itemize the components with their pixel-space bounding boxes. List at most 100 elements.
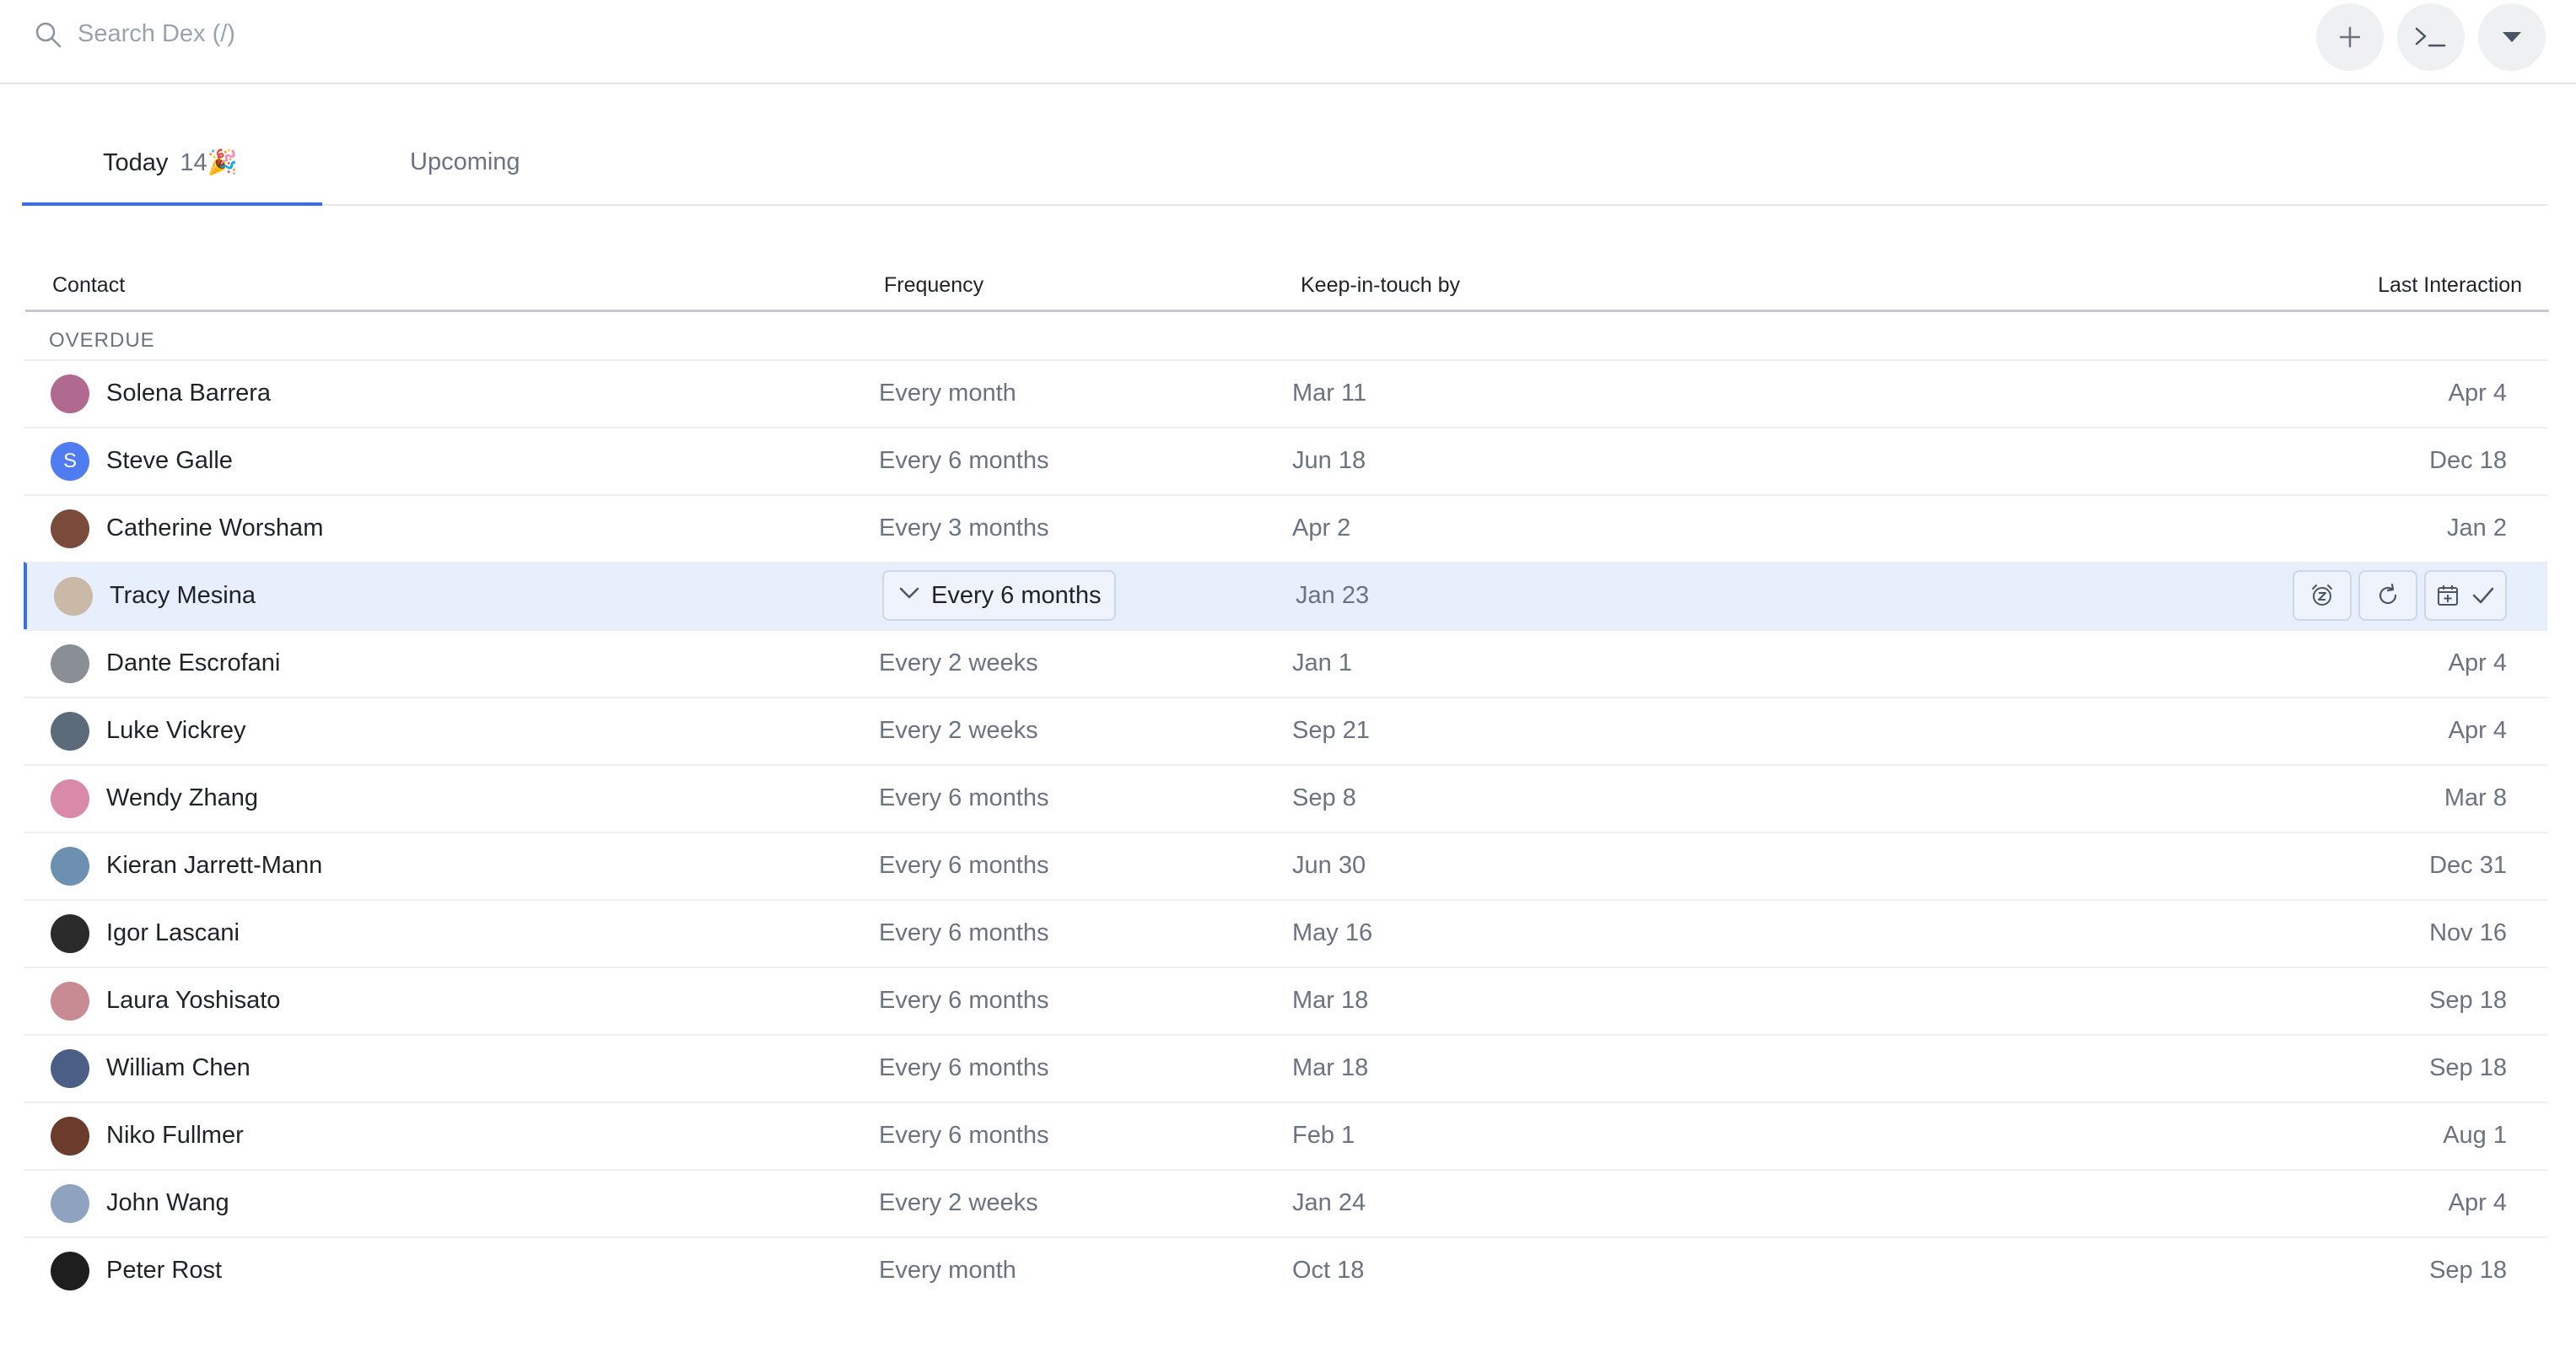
contact-name[interactable]: Solena Barrera — [106, 380, 271, 407]
table-row[interactable]: William Chen Every 6 months Mar 18 Sep 18 — [24, 1034, 2547, 1102]
avatar — [51, 1184, 89, 1223]
refresh-icon — [2379, 583, 2397, 605]
keep-in-touch-date: Sep 21 — [1292, 717, 1370, 744]
active-tab-indicator — [22, 202, 322, 206]
table-row[interactable]: Dante Escrofani Every 2 weeks Jan 1 Apr 4 — [24, 629, 2547, 697]
last-interaction-date: Apr 4 — [2448, 717, 2507, 744]
contact-list: Solena Barrera Every month Mar 11 Apr 4 S Ste… — [24, 359, 2547, 1304]
table-header: Contact Frequency Keep-in-touch by Last … — [25, 268, 2549, 312]
frequency-value: Every 6 months — [879, 1122, 1049, 1149]
column-header-keep-in-touch-by[interactable]: Keep-in-touch by — [1301, 273, 1460, 298]
table-row[interactable]: Laura Yoshisato Every 6 months Mar 18 Sep 1… — [24, 967, 2547, 1034]
table-row[interactable]: Solena Barrera Every month Mar 11 Apr 4 — [24, 359, 2547, 427]
last-interaction-date: Sep 18 — [2429, 1054, 2507, 1081]
keep-in-touch-date: Jun 18 — [1292, 447, 1366, 474]
table-row[interactable]: Kieran Jarrett-Mann Every 6 months Jun 30 D… — [24, 832, 2547, 899]
last-interaction-date: Dec 31 — [2429, 852, 2507, 879]
frequency-value: Every 2 weeks — [879, 1189, 1038, 1216]
caret-down-icon — [2503, 32, 2521, 42]
avatar — [54, 577, 93, 616]
tab-today[interactable]: Today 14🎉 — [103, 148, 238, 206]
keep-in-touch-date: Mar 18 — [1292, 1054, 1369, 1081]
snooze-button[interactable] — [2293, 570, 2352, 621]
table-row[interactable]: John Wang Every 2 weeks Jan 24 Apr 4 — [24, 1169, 2547, 1236]
frequency-dropdown[interactable]: Every 6 months — [882, 570, 1117, 621]
snooze-alarm-icon — [2312, 585, 2332, 606]
frequency-value: Every 6 months — [879, 784, 1049, 811]
frequency-value: Every month — [879, 380, 1016, 407]
keep-in-touch-date: Oct 18 — [1292, 1257, 1365, 1284]
column-header-frequency[interactable]: Frequency — [884, 273, 984, 298]
log-interaction-button[interactable] — [2424, 570, 2507, 621]
column-header-last-interaction[interactable]: Last Interaction — [2378, 273, 2522, 298]
contact-name[interactable]: Niko Fullmer — [106, 1122, 244, 1150]
account-menu-button[interactable] — [2478, 3, 2546, 71]
keep-in-touch-date: Jun 30 — [1292, 852, 1366, 879]
keep-in-touch-date: May 16 — [1292, 919, 1373, 946]
frequency-value: Every month — [879, 1257, 1016, 1284]
last-interaction-date: Sep 18 — [2429, 987, 2507, 1014]
table-row[interactable]: Peter Rost Every month Oct 18 Sep 18 — [24, 1236, 2547, 1304]
frequency-value: Every 6 months — [879, 987, 1049, 1014]
frequency-value: Every 6 months — [879, 919, 1049, 946]
last-interaction-date: Mar 8 — [2444, 784, 2507, 811]
tab-upcoming-label: Upcoming — [410, 148, 520, 175]
contact-name[interactable]: Peter Rost — [106, 1257, 222, 1285]
contact-name[interactable]: Luke Vickrey — [106, 717, 246, 745]
contact-name[interactable]: John Wang — [106, 1189, 229, 1217]
avatar — [51, 374, 89, 413]
contact-name[interactable]: Catherine Worsham — [106, 514, 323, 542]
add-button[interactable] — [2316, 3, 2384, 71]
last-interaction-date: Apr 4 — [2448, 649, 2507, 676]
contact-name[interactable]: Laura Yoshisato — [106, 987, 280, 1015]
avatar — [51, 644, 89, 683]
frequency-value: Every 6 months — [879, 1054, 1049, 1081]
frequency-value: Every 2 weeks — [879, 717, 1038, 744]
contact-name[interactable]: William Chen — [106, 1054, 251, 1082]
table-row[interactable]: Luke Vickrey Every 2 weeks Sep 21 Apr 4 — [24, 697, 2547, 764]
frequency-value: Every 6 months — [879, 447, 1049, 474]
keep-in-touch-date: Feb 1 — [1292, 1122, 1355, 1149]
table-row[interactable]: Igor Lascani Every 6 months May 16 Nov 16 — [24, 899, 2547, 967]
tab-upcoming[interactable]: Upcoming — [410, 148, 520, 206]
search-input[interactable]: Search Dex (/) — [78, 20, 235, 48]
table-row[interactable]: Tracy Mesina Every 6 months Jan 23 — [24, 562, 2547, 629]
frequency-value: Every 2 weeks — [879, 649, 1038, 676]
contact-name[interactable]: Igor Lascani — [106, 919, 240, 947]
last-interaction-date: Sep 18 — [2429, 1257, 2507, 1284]
contact-name[interactable]: Dante Escrofani — [106, 649, 280, 677]
tab-bar: Today 14🎉 Upcoming — [22, 127, 2547, 206]
reset-frequency-button[interactable] — [2358, 570, 2417, 621]
table-row[interactable]: Niko Fullmer Every 6 months Feb 1 Aug 1 — [24, 1102, 2547, 1169]
terminal-icon — [2415, 27, 2446, 47]
tab-today-count: 14 — [180, 149, 207, 176]
contact-name[interactable]: Steve Galle — [106, 447, 233, 475]
keep-in-touch-date: Apr 2 — [1292, 514, 1351, 541]
contact-name[interactable]: Tracy Mesina — [110, 582, 256, 610]
last-interaction-date: Jan 2 — [2447, 514, 2507, 541]
avatar — [51, 982, 89, 1021]
frequency-value: Every 3 months — [879, 514, 1049, 541]
avatar — [51, 847, 89, 886]
keep-in-touch-date: Mar 11 — [1292, 380, 1367, 407]
keep-in-touch-date: Jan 24 — [1292, 1189, 1366, 1216]
avatar — [51, 1252, 89, 1290]
avatar: S — [51, 442, 89, 481]
contact-name[interactable]: Wendy Zhang — [106, 784, 258, 812]
command-palette-button[interactable] — [2397, 3, 2465, 71]
row-actions — [2293, 570, 2507, 621]
top-bar: Search Dex (/) — [0, 0, 2576, 84]
keep-in-touch-date: Jan 1 — [1292, 649, 1352, 676]
column-header-contact[interactable]: Contact — [52, 273, 125, 298]
table-row[interactable]: Wendy Zhang Every 6 months Sep 8 Mar 8 — [24, 764, 2547, 832]
table-row[interactable]: Catherine Worsham Every 3 months Apr 2 Jan … — [24, 494, 2547, 562]
last-interaction-date: Aug 1 — [2443, 1122, 2507, 1149]
avatar — [51, 914, 89, 953]
last-interaction-date: Nov 16 — [2429, 919, 2507, 946]
table-row[interactable]: S Steve Galle Every 6 months Jun 18 Dec 18 — [24, 427, 2547, 494]
avatar — [51, 1049, 89, 1088]
keep-in-touch-date: Sep 8 — [1292, 784, 1356, 811]
contact-name[interactable]: Kieran Jarrett-Mann — [106, 852, 322, 880]
plus-icon — [2339, 26, 2361, 48]
avatar — [51, 1117, 89, 1156]
